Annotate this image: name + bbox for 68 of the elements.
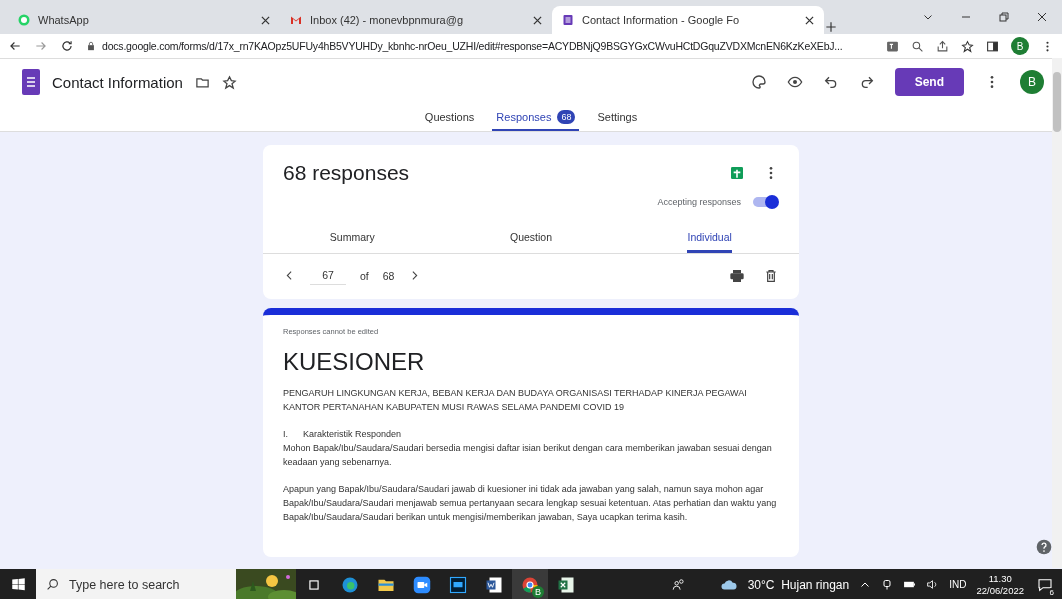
browser-tab[interactable]: WhatsApp bbox=[8, 6, 280, 34]
view-tab[interactable]: Question bbox=[441, 225, 621, 253]
toggle-switch[interactable] bbox=[751, 195, 779, 209]
undo-icon[interactable] bbox=[822, 74, 839, 90]
form-icon[interactable] bbox=[22, 69, 40, 95]
star-icon[interactable] bbox=[221, 74, 237, 90]
description-paragraph: Apapun yang Bapak/Ibu/Saudara/Saudari jawab di kuesioner ini tidak ada jawaban yang salah, namun saya mohon agar Bapak/Ibu/Saudara/Saudari menjawab semua pertanyaan secara lengkap sesuai ketentuan. Atas perhatian dan waktu yang Bapak/Ibu/Saudara/Saudari berikan untuk mengisi/memberikan jawaban, Saya ucapkan terima kasih. bbox=[283, 483, 778, 524]
page-total: 68 bbox=[382, 269, 395, 282]
help-icon[interactable] bbox=[1036, 539, 1052, 555]
trash-icon[interactable] bbox=[763, 267, 779, 284]
responses-title: 68 responses bbox=[283, 161, 411, 185]
print-icon[interactable] bbox=[729, 267, 745, 284]
close-icon[interactable] bbox=[261, 15, 270, 25]
url-text[interactable]: docs.google.com/forms/d/17x_rn7KAOpz5UFUy4hB5VYUHDy_kbnhc-nrOeu_UZHI/edit#response=ACYDBNjQ9BSGYGxCWvuHCtDGquZVDXMcnEN6KzKeXEbJ... bbox=[102, 40, 843, 52]
weather-text[interactable]: 30°C Hujan ringan bbox=[747, 577, 850, 592]
scrollbar[interactable] bbox=[1052, 58, 1062, 568]
accepting-label: Accepting responses bbox=[657, 197, 741, 207]
form-heading: KUESIONER bbox=[283, 348, 426, 376]
account-avatar[interactable]: B bbox=[1020, 70, 1044, 94]
search-icon bbox=[46, 578, 59, 591]
spreadsheet-app-icon[interactable] bbox=[557, 575, 575, 594]
reload-icon[interactable] bbox=[60, 39, 74, 53]
page-field[interactable]: 67 bbox=[310, 266, 346, 285]
profile-badge: B bbox=[532, 586, 544, 598]
video-call-icon[interactable] bbox=[413, 575, 431, 594]
browser-tab[interactable]: Contact Information - Google Fo bbox=[552, 6, 824, 34]
spreadsheet-icon[interactable] bbox=[729, 165, 745, 181]
browser-tab[interactable]: Inbox (42) - monevbpnmura@g bbox=[280, 6, 552, 34]
mail-icon[interactable] bbox=[290, 14, 302, 26]
restore-icon[interactable] bbox=[998, 11, 1010, 23]
nav-tab[interactable]: Questions bbox=[420, 105, 479, 131]
count-badge: 68 bbox=[557, 110, 576, 124]
notification-count: 6 bbox=[1047, 587, 1056, 597]
form-icon[interactable] bbox=[562, 14, 574, 26]
taskbar-search-field[interactable]: Type here to search bbox=[36, 569, 236, 599]
people-icon[interactable] bbox=[671, 577, 686, 592]
description-paragraph: I. Karakteristik Responden Mohon Bapak/Ibu/Saudara/Saudari bersedia mengisi daftar isian berikut dengan cara memberikan jawaban sesuai dengan keadaan yang sebenarnya. bbox=[283, 428, 773, 469]
nav-tab[interactable]: Settings bbox=[593, 105, 642, 131]
share-icon[interactable] bbox=[936, 39, 949, 53]
view-tab[interactable]: Summary bbox=[263, 225, 442, 253]
preview-icon[interactable] bbox=[786, 74, 803, 90]
side-panel-icon[interactable] bbox=[986, 39, 999, 53]
language-indicator[interactable]: IND bbox=[949, 579, 967, 590]
back-icon[interactable] bbox=[8, 39, 22, 53]
star-icon[interactable] bbox=[961, 39, 974, 53]
browser-icon[interactable] bbox=[341, 575, 359, 594]
view-tab[interactable]: Individual bbox=[620, 225, 799, 253]
palette-icon[interactable] bbox=[750, 74, 767, 90]
windows-icon[interactable] bbox=[10, 577, 26, 592]
chrome-icon[interactable] bbox=[521, 575, 539, 594]
description-paragraph: PENGARUH LINGKUNGAN KERJA, BEBAN KERJA DAN BUDAYA ORGANISASI TERHADAP KINERJA PEGAWAI KANTOR PERTANAHAN KABUPATEN MUSI RAWAS SELAMA PANDEMI COVID 19 bbox=[283, 387, 748, 414]
translate-icon[interactable] bbox=[886, 39, 899, 53]
close-icon[interactable] bbox=[805, 15, 814, 25]
lock-icon bbox=[86, 41, 96, 51]
notification-icon[interactable] bbox=[1037, 576, 1053, 593]
image-editor-icon[interactable] bbox=[449, 575, 467, 594]
document-app-icon[interactable] bbox=[485, 575, 503, 594]
send-button[interactable]: Send bbox=[894, 68, 964, 96]
close-icon[interactable] bbox=[1036, 11, 1048, 23]
form-title[interactable]: Contact Information bbox=[52, 73, 183, 91]
zoom-icon[interactable] bbox=[911, 39, 924, 53]
clock[interactable]: 11.30 22/06/2022 bbox=[976, 572, 1024, 597]
close-icon[interactable] bbox=[533, 15, 542, 25]
profile-avatar[interactable]: B bbox=[1011, 37, 1029, 55]
pager-of-text: of bbox=[360, 269, 369, 282]
new-tab-icon[interactable] bbox=[824, 20, 838, 34]
scrollbar-thumb[interactable] bbox=[1053, 72, 1061, 132]
task-view-icon[interactable] bbox=[307, 577, 321, 592]
